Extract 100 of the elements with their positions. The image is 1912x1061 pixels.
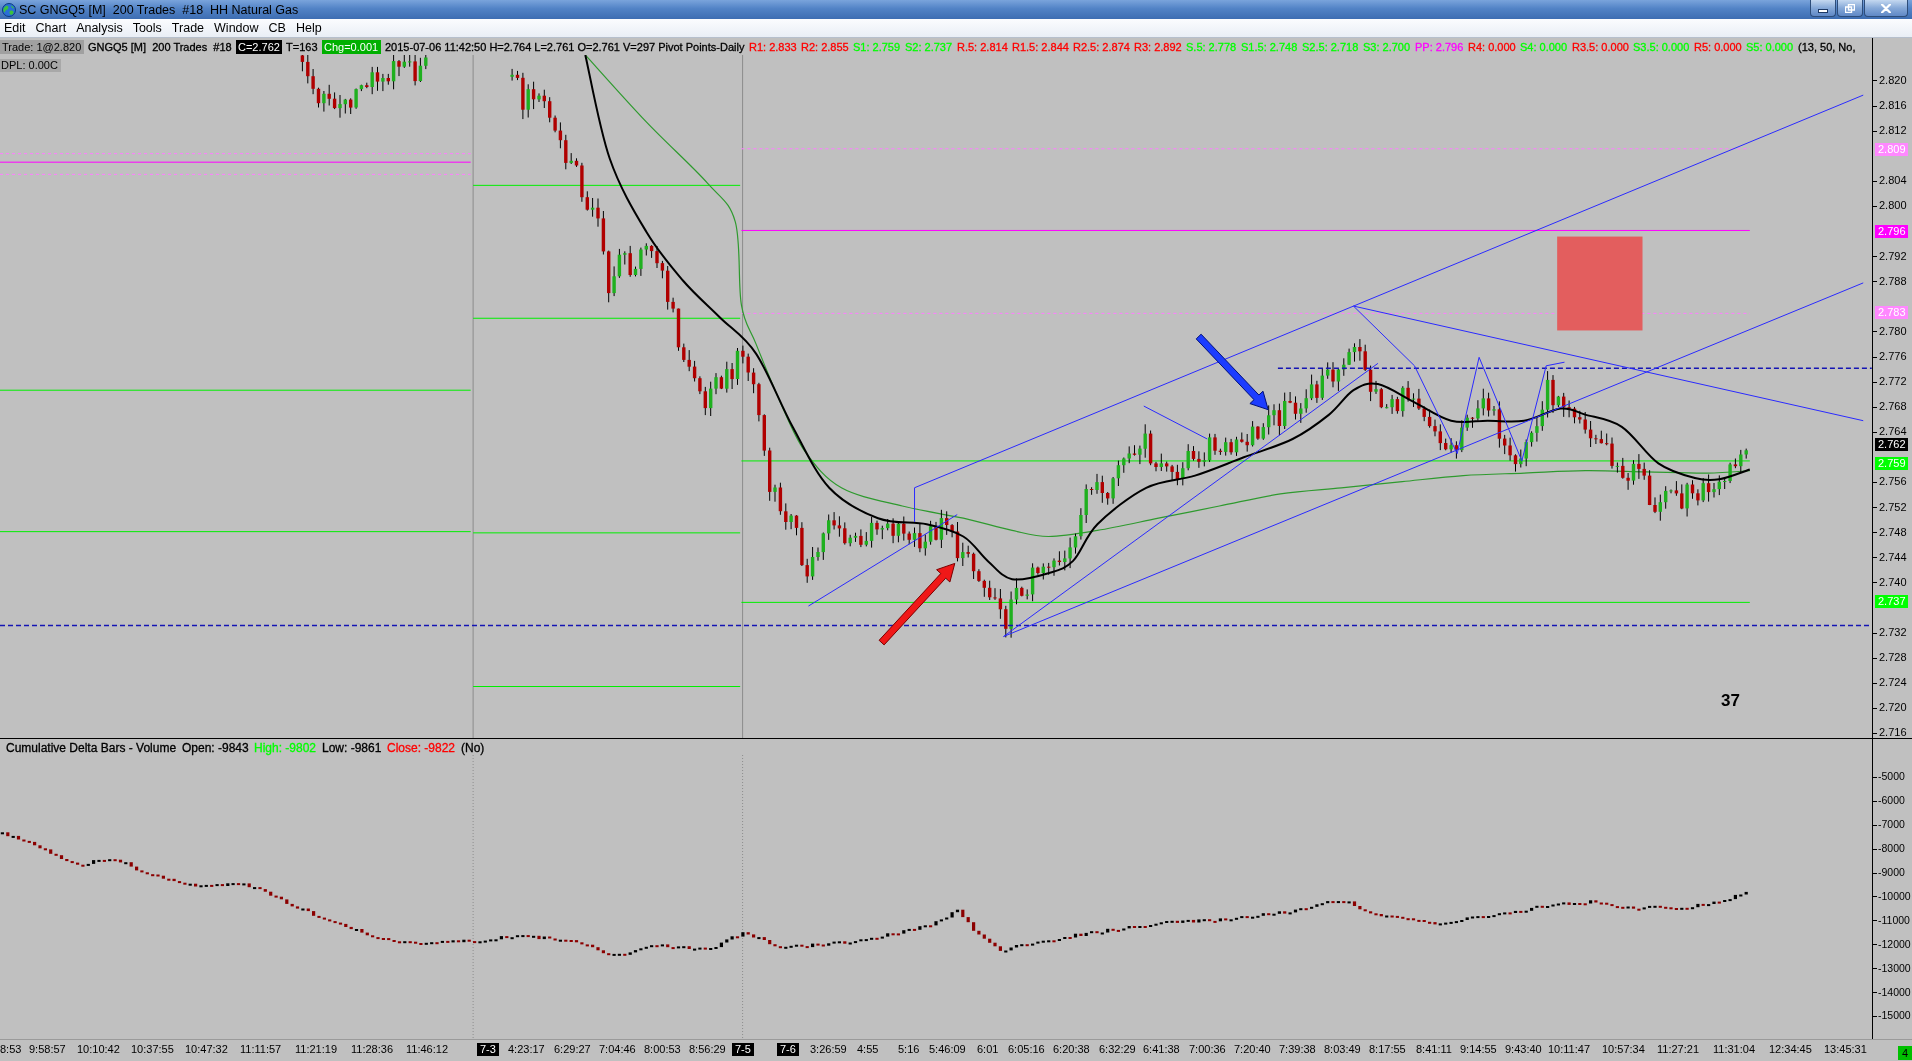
axis-label: 2.764 [1879, 425, 1907, 438]
axis-label: 2.732 [1879, 626, 1907, 639]
axis-label: 2.724 [1879, 676, 1907, 689]
axis-label: 2.748 [1879, 526, 1907, 539]
axis-label: -9000 [1878, 866, 1905, 879]
time-label: 6:01 [977, 1043, 999, 1056]
axis-label: -6000 [1878, 794, 1905, 807]
axis-label: 2.820 [1879, 74, 1907, 87]
time-label: 5:16 [898, 1043, 920, 1056]
axis-label: 2.788 [1879, 275, 1907, 288]
axis-label: -7000 [1878, 818, 1905, 831]
time-label: 6:20:38 [1053, 1043, 1090, 1056]
time-label: 11:21:19 [295, 1043, 337, 1056]
axis-label: -14000 [1878, 986, 1911, 999]
dpl-label: DPL: 0.00C [0, 59, 61, 72]
menu-item[interactable]: Trade [167, 19, 210, 37]
axis-label: 2.744 [1879, 551, 1907, 564]
time-label: 7:04:46 [599, 1043, 636, 1056]
axis-label: -12000 [1878, 938, 1911, 951]
time-label: 9:14:55 [1460, 1043, 1497, 1056]
time-label: 11:46:12 [406, 1043, 448, 1056]
axis-label: 2.792 [1879, 250, 1907, 263]
globe-icon [2, 2, 16, 17]
trade-label: Trade: 1@2.820 [0, 39, 84, 54]
axis-label: -13000 [1878, 962, 1911, 975]
date-badge: 7-3 [477, 1043, 499, 1056]
indicator-text: Close: -9822 [387, 741, 456, 755]
time-label: 5:46:09 [929, 1043, 966, 1056]
info-text: T=163 [286, 39, 318, 54]
time-label: 11:11:57 [240, 1043, 282, 1056]
time-label: 10:47:32 [185, 1043, 228, 1056]
axis-label: 2.780 [1879, 325, 1907, 338]
value-badge: C=2.762 [236, 39, 282, 54]
close-button[interactable] [1864, 0, 1908, 17]
axis-label: -11000 [1878, 914, 1910, 927]
indicator-text: (No) [461, 741, 485, 755]
time-label: 8:17:55 [1369, 1043, 1406, 1056]
restore-icon [1845, 3, 1855, 13]
price-marker: 2.759 [1875, 457, 1908, 470]
axis-label: 2.768 [1879, 400, 1907, 413]
menu-item[interactable]: CB [264, 19, 291, 37]
menu-item[interactable]: Chart [31, 19, 72, 37]
time-label: 6:32:29 [1099, 1043, 1136, 1056]
axis-label: 2.716 [1879, 726, 1907, 739]
time-label: 12:34:45 [1769, 1043, 1812, 1056]
time-label: 4:55 [857, 1043, 879, 1056]
time-label: 4:23:17 [508, 1043, 545, 1056]
minimize-button[interactable] [1810, 0, 1836, 17]
axis-label: 2.776 [1879, 350, 1907, 363]
date-badge: 7-5 [732, 1043, 754, 1056]
restore-button[interactable] [1837, 0, 1863, 17]
menu-item[interactable]: Window [210, 19, 264, 37]
info-text: S5: 0.000 [1746, 39, 1794, 54]
time-label: 10:11:47 [1548, 1043, 1590, 1056]
time-label: 7:39:38 [1279, 1043, 1316, 1056]
axis-label: -8000 [1878, 842, 1905, 855]
close-icon [1881, 3, 1891, 13]
info-text: (13, 50, No, [1798, 39, 1856, 54]
axis-label: -10000 [1878, 890, 1911, 903]
axis-label: -15000 [1878, 1009, 1911, 1022]
indicator-text: High: -9802 [254, 741, 317, 755]
time-label: 10:37:55 [131, 1043, 174, 1056]
axis-label: 2.752 [1879, 501, 1907, 514]
time-label: 3:26:59 [810, 1043, 847, 1056]
price-marker: 2.762 [1875, 438, 1908, 451]
axis-label: 2.720 [1879, 701, 1907, 714]
menu-item[interactable]: Edit [0, 19, 31, 37]
time-label: 8:00:53 [644, 1043, 681, 1056]
axis-label: 2.812 [1879, 124, 1907, 137]
info-text: GNGQ5 [M] 200 Trades #18 [88, 39, 232, 54]
time-label: 6:41:38 [1143, 1043, 1180, 1056]
time-label: 7:20:40 [1234, 1043, 1271, 1056]
date-badge: 7-6 [777, 1043, 799, 1056]
time-label: 10:57:34 [1602, 1043, 1645, 1056]
time-label: 13:45:31 [1824, 1043, 1867, 1056]
axis-label: 2.800 [1879, 199, 1907, 212]
time-label: 6:05:16 [1008, 1043, 1045, 1056]
time-label: 8:03:49 [1324, 1043, 1361, 1056]
menu-item[interactable]: Help [291, 19, 327, 37]
axis-label: 2.804 [1879, 174, 1907, 187]
price-marker: 2.737 [1875, 595, 1908, 608]
indicator-text: Low: -9861 [322, 741, 382, 755]
time-label: 8:56:29 [689, 1043, 726, 1056]
time-label: 6:29:27 [554, 1043, 591, 1056]
time-label: 10:10:42 [77, 1043, 120, 1056]
menu-item[interactable]: Analysis [72, 19, 128, 37]
time-label: 8:41:11 [1416, 1043, 1452, 1056]
time-label: 7:00:36 [1189, 1043, 1226, 1056]
menu-item[interactable]: Tools [128, 19, 167, 37]
time-label: 11:27:21 [1657, 1043, 1699, 1056]
count-badge: 4 [1897, 1046, 1912, 1060]
time-label: 9:43:40 [1505, 1043, 1542, 1056]
axis-label: 2.740 [1879, 576, 1907, 589]
axis-label: 2.816 [1879, 99, 1907, 112]
time-label: 11:28:36 [351, 1043, 393, 1056]
price-marker: 2.809 [1875, 143, 1908, 156]
count-label: 37 [1721, 691, 1740, 710]
indicator-text: Open: -9843 [182, 741, 249, 755]
indicator-text: Cumulative Delta Bars - Volume [6, 741, 177, 755]
axis-label: -5000 [1878, 770, 1905, 783]
